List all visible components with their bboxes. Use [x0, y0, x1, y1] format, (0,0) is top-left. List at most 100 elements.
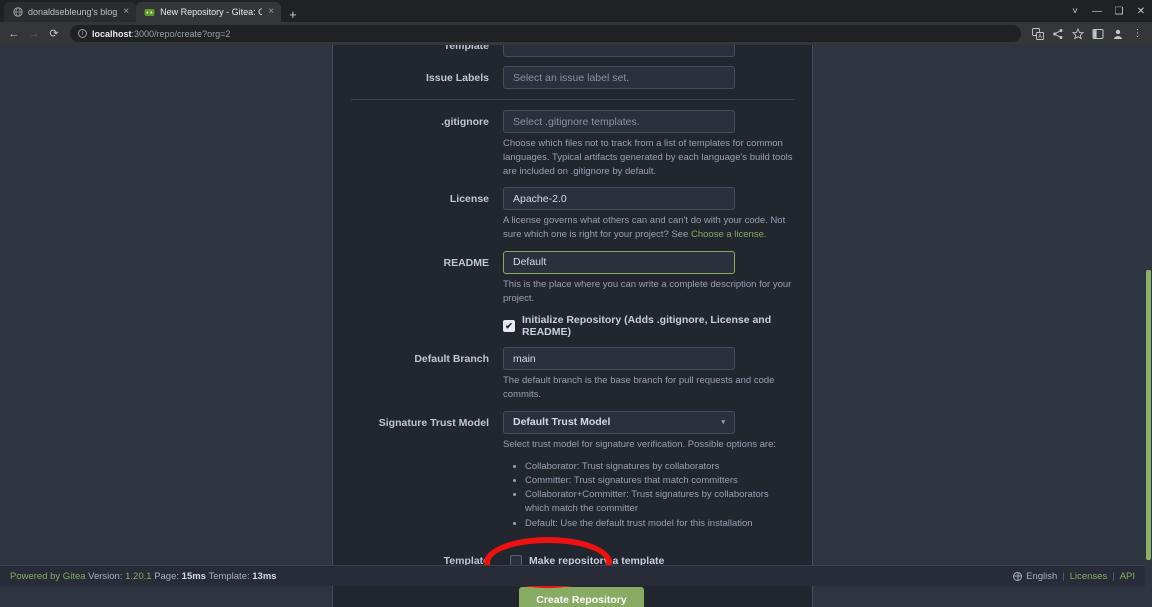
control-license: Apache-2.0 A license governs what others… — [503, 187, 794, 242]
field-template-top: Template — [333, 45, 812, 57]
list-item: Collaborator: Trust signatures by collab… — [525, 460, 794, 474]
tab-search-icon[interactable]: ˅ — [1064, 0, 1086, 22]
back-icon[interactable]: ← — [5, 25, 23, 43]
default-branch-help: The default branch is the base branch fo… — [503, 375, 775, 401]
api-link[interactable]: API — [1120, 571, 1135, 582]
signature-trust-model-select[interactable]: Default Trust Model ▾ — [503, 410, 735, 434]
separator: | — [1062, 570, 1065, 582]
address-bar[interactable]: i localhost:3000/repo/create?org=2 — [70, 25, 1021, 42]
chevron-down-icon: ▾ — [721, 419, 725, 427]
licenses-link[interactable]: Licenses — [1070, 571, 1108, 582]
window-controls: ˅ — ❑ ✕ — [1064, 0, 1152, 22]
page-scrollbar[interactable] — [1145, 45, 1152, 607]
tab-blog[interactable]: donaldsebleung's blog × — [4, 2, 137, 22]
control-gitignore: Select .gitignore templates. Choose whic… — [503, 110, 794, 178]
minimize-icon[interactable]: — — [1086, 0, 1108, 22]
field-gitignore: .gitignore Select .gitignore templates. … — [333, 110, 812, 178]
signature-trust-model-help: Select trust model for signature verific… — [503, 438, 776, 450]
powered-by-gitea-link[interactable]: Powered by Gitea — [10, 571, 86, 582]
control-readme: Default This is the place where you can … — [503, 250, 794, 306]
gitea-icon — [144, 7, 155, 18]
gitignore-input[interactable]: Select .gitignore templates. — [503, 110, 735, 133]
more-menu-icon[interactable]: ⋮ — [1128, 24, 1147, 43]
readme-input[interactable]: Default — [503, 250, 735, 274]
new-tab-button[interactable]: + — [281, 8, 305, 22]
url-path: :3000/repo/create?org=2 — [131, 28, 231, 39]
default-branch-input[interactable]: main — [503, 347, 735, 371]
profile-icon[interactable] — [1108, 24, 1127, 43]
label-template-top: Template — [443, 45, 489, 52]
gitignore-help: Choose which files not to track from a l… — [503, 138, 793, 177]
control-default-branch: main The default branch is the base bran… — [503, 347, 794, 402]
choose-a-license-link[interactable]: Choose a license. — [691, 229, 767, 240]
label-default-branch: Default Branch — [414, 353, 489, 366]
label-gitignore: .gitignore — [441, 116, 489, 128]
tab-title-text: New Repository - Gitea: Gi — [160, 7, 263, 17]
field-signature-trust-model: Signature Trust Model Default Trust Mode… — [333, 410, 812, 531]
share-icon[interactable] — [1048, 24, 1067, 43]
field-license: License Apache-2.0 A license governs wha… — [333, 187, 812, 242]
tab-strip: donaldsebleung's blog × New Repository -… — [0, 0, 1152, 22]
row-initialize-repository: ✔ Initialize Repository (Adds .gitignore… — [333, 314, 812, 338]
tab-title: New Repository - Gitea: Git — [160, 7, 262, 17]
list-item: Default: Use the default trust model for… — [525, 517, 794, 531]
initialize-repository-checkbox[interactable]: ✔ — [503, 320, 515, 333]
forward-icon[interactable]: → — [25, 25, 43, 43]
bookmark-star-icon[interactable] — [1068, 24, 1087, 43]
translate-icon[interactable]: A — [1028, 24, 1047, 43]
template-top-input[interactable] — [503, 45, 735, 57]
close-window-icon[interactable]: ✕ — [1130, 0, 1152, 22]
label-signature-trust-model: Signature Trust Model — [378, 416, 489, 429]
list-item: Committer: Trust signatures that match c… — [525, 474, 794, 488]
reload-icon[interactable]: ⟳ — [45, 25, 63, 43]
template-time: 13ms — [252, 570, 277, 582]
site-info-icon[interactable]: i — [78, 29, 87, 38]
license-help: A license governs what others can and ca… — [503, 214, 794, 242]
control-issue-labels: Select an issue label set. — [503, 66, 794, 89]
page-time: 15ms — [181, 570, 206, 582]
field-default-branch: Default Branch main The default branch i… — [333, 347, 812, 402]
side-panel-icon[interactable] — [1088, 24, 1107, 43]
create-repository-button[interactable]: Create Repository — [519, 586, 644, 607]
url-text: localhost:3000/repo/create?org=2 — [92, 29, 230, 39]
footer-right: English | Licenses | API — [1013, 571, 1135, 582]
new-repository-form: Template Issue Labels Select an issue la… — [332, 45, 813, 607]
url-host: localhost — [92, 28, 132, 39]
control-template-top — [503, 45, 794, 57]
toolbar-icons: A ⋮ — [1028, 24, 1147, 43]
label-issue-labels: Issue Labels — [425, 72, 489, 84]
version-link[interactable]: 1.20.1 — [125, 571, 151, 582]
template-label: Template: — [208, 570, 250, 582]
globe-icon — [12, 7, 23, 18]
label-readme: README — [443, 256, 489, 269]
license-input[interactable]: Apache-2.0 — [503, 187, 735, 211]
globe-icon — [1013, 571, 1023, 581]
page-footer: Powered by Gitea Version: 1.20.1 Page: 1… — [0, 565, 1145, 586]
field-readme: README Default This is the place where y… — [333, 250, 812, 306]
close-icon[interactable]: × — [122, 7, 130, 17]
maximize-icon[interactable]: ❑ — [1108, 0, 1130, 22]
scrollbar-thumb[interactable] — [1146, 270, 1151, 560]
gitea-new-repository-page: Template Issue Labels Select an issue la… — [0, 45, 1145, 607]
page-viewport: Template Issue Labels Select an issue la… — [0, 45, 1152, 607]
field-issue-labels: Issue Labels Select an issue label set. — [333, 66, 812, 89]
tab-title: donaldsebleung's blog — [28, 7, 118, 17]
browser-window: donaldsebleung's blog × New Repository -… — [0, 0, 1152, 607]
language-selector[interactable]: English — [1026, 571, 1057, 582]
browser-toolbar: ← → ⟳ i localhost:3000/repo/create?org=2… — [0, 22, 1152, 45]
signature-trust-model-value: Default Trust Model — [513, 416, 611, 429]
separator: | — [1112, 570, 1115, 582]
initialize-repository-label[interactable]: Initialize Repository (Adds .gitignore, … — [522, 314, 812, 338]
submit-row: Create Repository — [333, 586, 812, 607]
divider — [351, 99, 794, 100]
signature-trust-model-options-list: Collaborator: Trust signatures by collab… — [525, 460, 794, 531]
footer-left: Powered by Gitea Version: 1.20.1 Page: 1… — [10, 571, 277, 582]
control-signature-trust-model: Default Trust Model ▾ Select trust model… — [503, 410, 794, 531]
page-label: Page: — [154, 570, 180, 582]
label-license: License — [449, 193, 489, 206]
issue-labels-input[interactable]: Select an issue label set. — [503, 66, 735, 89]
list-item: Collaborator+Committer: Trust signatures… — [525, 488, 794, 517]
tab-new-repository[interactable]: New Repository - Gitea: Git × — [136, 2, 282, 22]
close-icon[interactable]: × — [267, 7, 275, 17]
readme-help: This is the place where you can write a … — [503, 278, 792, 304]
